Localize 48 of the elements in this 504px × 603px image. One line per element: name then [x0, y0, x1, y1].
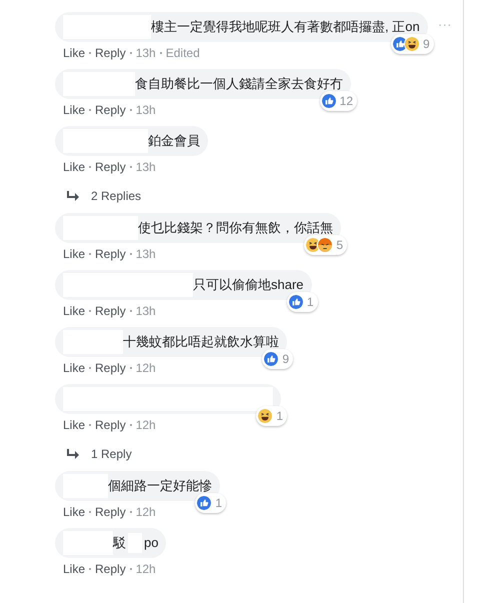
- comment-text: 鉑金會員: [148, 132, 200, 150]
- action-link[interactable]: Reply: [95, 503, 126, 521]
- comment-text: po: [144, 534, 158, 552]
- replies-link[interactable]: 2 Replies: [91, 187, 142, 205]
- action-link[interactable]: Like: [63, 302, 86, 320]
- replies-link[interactable]: 1 Reply: [91, 445, 132, 463]
- timestamp: 12h: [136, 504, 156, 521]
- timestamp: 13h: [136, 102, 156, 119]
- comment-text: 十幾蚊都比唔起就飲水算啦: [123, 333, 279, 352]
- comment-text: 食自助餐比一個人錢請全家去食好冇: [135, 75, 343, 94]
- reaction-count: 5: [336, 237, 343, 254]
- comment-text: 樓主一定覺得我地呢班人有著數都唔攞盡, 正on: [151, 18, 420, 36]
- action-link[interactable]: Reply: [95, 245, 126, 263]
- timestamp: 13h: [136, 45, 156, 62]
- timestamp: 12h: [136, 360, 156, 377]
- reaction-count: 1: [215, 495, 222, 512]
- action-link[interactable]: Like: [63, 245, 86, 263]
- comment-text: 個細路一定好能慘: [108, 477, 212, 496]
- comment-text: 使乜比錢架？問你有無飲，你話無: [138, 219, 333, 238]
- timestamp: 12h: [136, 417, 156, 434]
- reaction-count: 1: [276, 408, 283, 425]
- action-link[interactable]: Like: [63, 44, 86, 62]
- action-link[interactable]: Reply: [95, 158, 126, 176]
- reaction-count: 1: [306, 294, 314, 311]
- edited-label: Edited: [166, 45, 200, 62]
- action-link[interactable]: Like: [63, 101, 86, 119]
- action-link[interactable]: Like: [63, 560, 86, 578]
- action-link[interactable]: Reply: [95, 44, 126, 62]
- reply-arrow-icon: [67, 191, 79, 201]
- reply-arrow-icon: [67, 449, 79, 459]
- timestamp: 13h: [136, 246, 156, 263]
- action-link[interactable]: Like: [63, 359, 86, 377]
- timestamp: 13h: [136, 303, 156, 320]
- action-link[interactable]: Like: [63, 416, 86, 434]
- action-link[interactable]: Reply: [95, 101, 126, 119]
- action-link[interactable]: Like: [63, 503, 86, 521]
- action-link[interactable]: Reply: [95, 302, 126, 320]
- reaction-count: 9: [282, 351, 289, 368]
- action-link[interactable]: Reply: [95, 416, 126, 434]
- action-link[interactable]: Reply: [95, 560, 126, 578]
- action-link[interactable]: Like: [63, 158, 86, 176]
- timestamp: 13h: [136, 159, 156, 176]
- comment-text: 只可以偷偷地share: [193, 276, 304, 294]
- comment-text: 駁: [113, 534, 126, 552]
- reaction-count: 12: [340, 93, 353, 110]
- timestamp: 12h: [136, 561, 156, 578]
- reaction-count: 9: [423, 36, 430, 53]
- action-link[interactable]: Reply: [95, 359, 126, 377]
